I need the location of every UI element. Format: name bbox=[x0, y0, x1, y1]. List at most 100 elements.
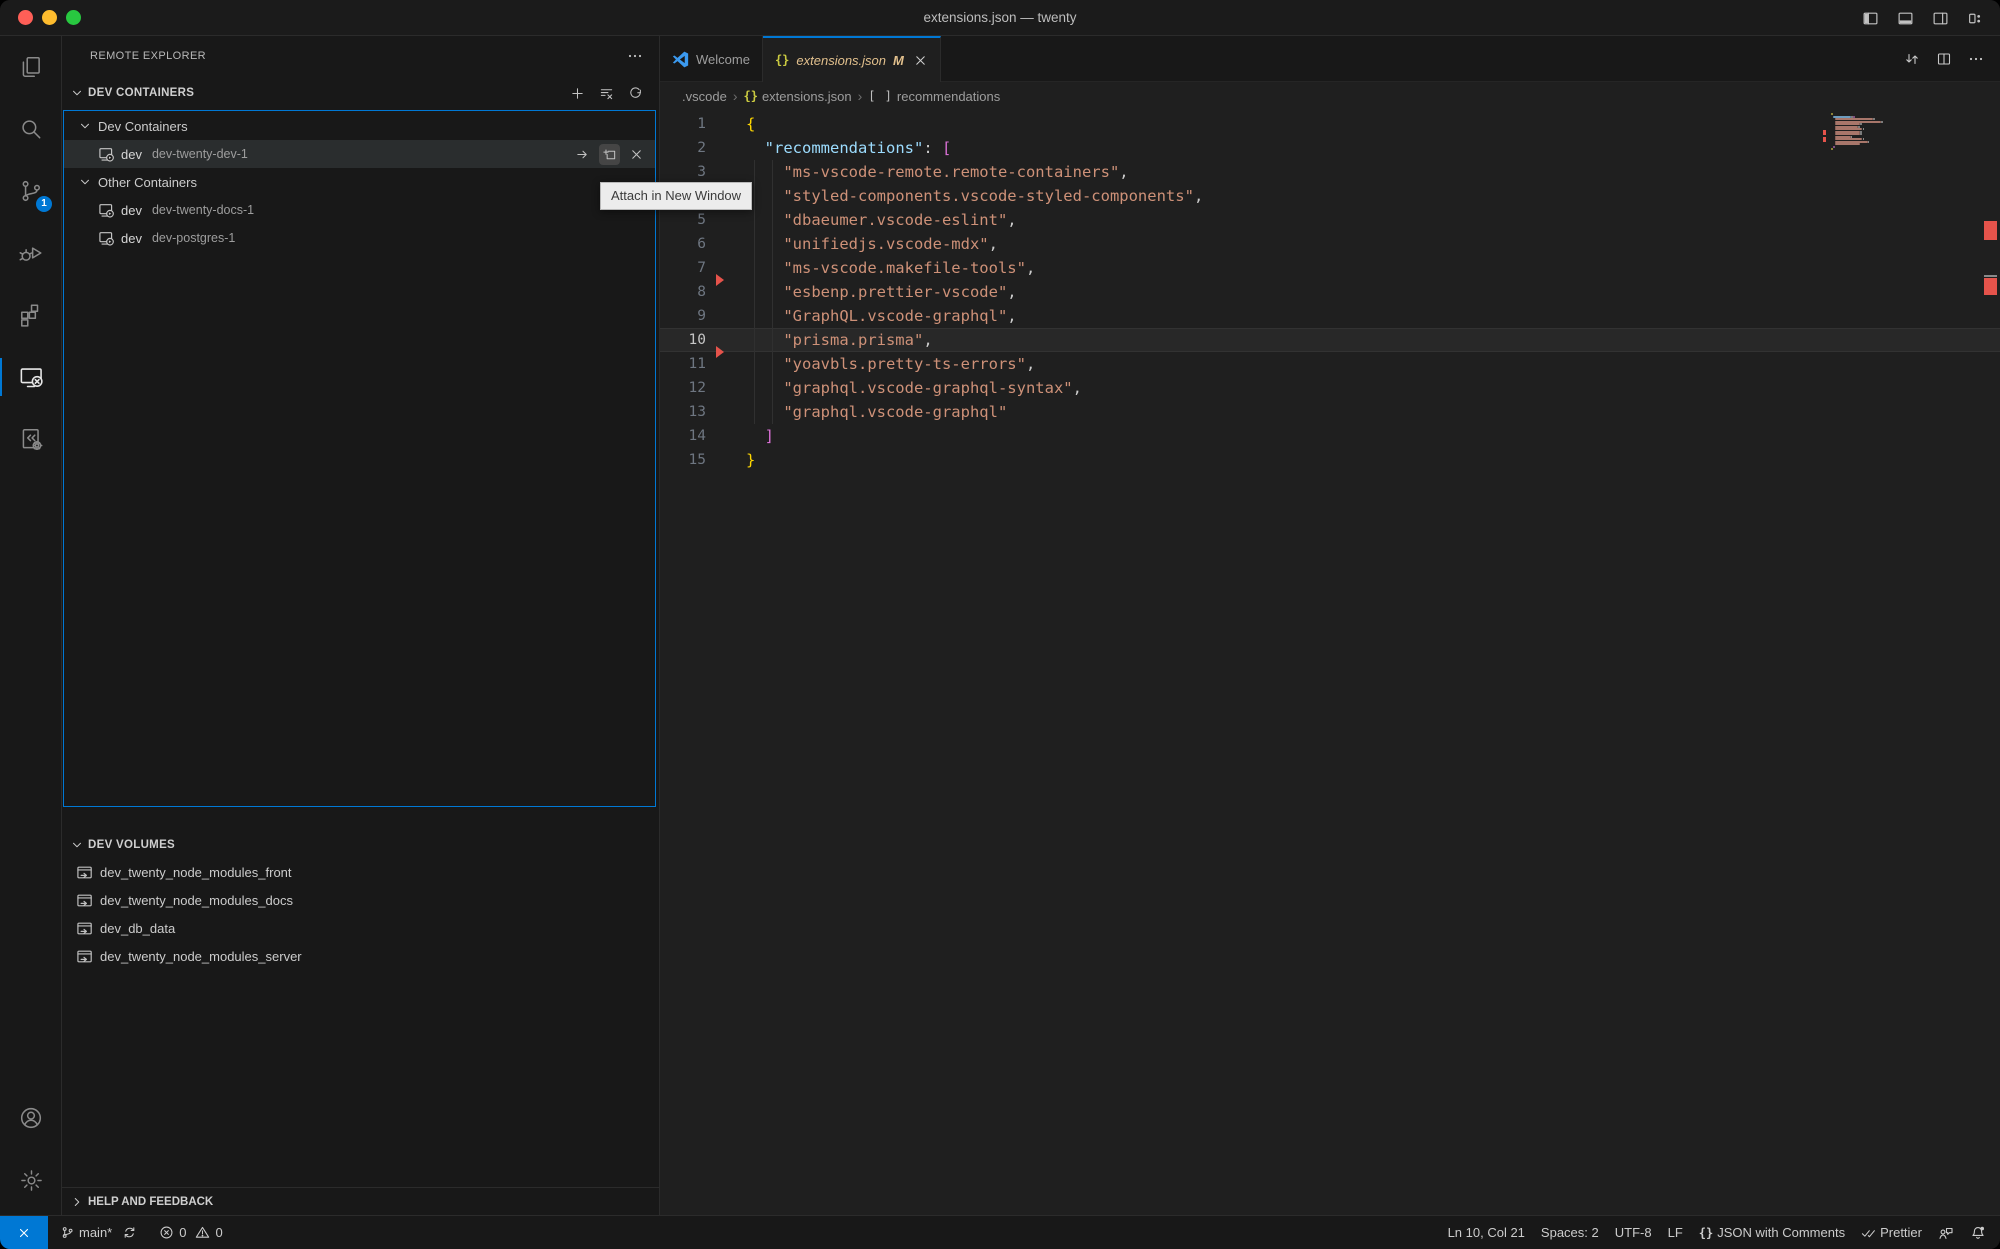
clear-filter-icon[interactable] bbox=[599, 86, 614, 101]
activity-bar-explorer[interactable] bbox=[0, 36, 62, 98]
toggle-secondary-sidebar-icon[interactable] bbox=[1932, 10, 1949, 27]
activity-bar-remote-explorer[interactable] bbox=[0, 346, 62, 408]
code-text: "yoavbls.pretty-ts-errors", bbox=[746, 352, 1035, 376]
tree-group-row[interactable]: Other Containers bbox=[64, 168, 655, 196]
gutter bbox=[706, 376, 746, 400]
code-line[interactable]: 14 ] bbox=[660, 424, 2000, 448]
eol-button[interactable]: LF bbox=[1668, 1225, 1683, 1240]
formatter-button[interactable]: Prettier bbox=[1861, 1225, 1922, 1240]
activity-bar-source-control[interactable]: 1 bbox=[0, 160, 62, 222]
warning-icon bbox=[195, 1225, 210, 1240]
minimap-token bbox=[1835, 128, 1862, 130]
code-line[interactable]: 11 "yoavbls.pretty-ts-errors", bbox=[660, 352, 2000, 376]
close-icon[interactable] bbox=[626, 144, 647, 165]
volume-row[interactable]: dev_twenty_node_modules_front bbox=[64, 858, 655, 886]
breadcrumb-item[interactable]: [ ]recommendations bbox=[868, 89, 1000, 104]
section-dev-containers[interactable]: DEV CONTAINERS bbox=[62, 76, 659, 110]
overview-ruler[interactable] bbox=[1981, 36, 2000, 1215]
git-branch-button[interactable]: main* bbox=[60, 1225, 137, 1240]
code-text: "esbenp.prettier-vscode", bbox=[746, 280, 1017, 304]
gutter bbox=[706, 400, 746, 424]
code-text: ] bbox=[746, 424, 774, 448]
code-editor[interactable]: 1{2 "recommendations": [3 "ms-vscode-rem… bbox=[660, 110, 2000, 1215]
code-line[interactable]: 10 "prisma.prisma", bbox=[660, 328, 2000, 352]
gutter bbox=[706, 256, 746, 280]
activity-bar-run-debug[interactable] bbox=[0, 222, 62, 284]
code-line[interactable]: 5 "dbaeumer.vscode-eslint", bbox=[660, 208, 2000, 232]
encoding-button[interactable]: UTF-8 bbox=[1615, 1225, 1652, 1240]
close-tab-icon[interactable] bbox=[913, 53, 928, 68]
line-number: 7 bbox=[660, 256, 706, 280]
section-dev-volumes[interactable]: DEV VOLUMES bbox=[62, 828, 659, 862]
activity-bar-container-settings[interactable] bbox=[0, 408, 62, 470]
views-more-actions-icon[interactable] bbox=[627, 48, 643, 64]
feedback-icon[interactable] bbox=[1938, 1225, 1954, 1241]
volume-row[interactable]: dev_twenty_node_modules_docs bbox=[64, 886, 655, 914]
error-icon bbox=[159, 1225, 174, 1240]
gutter bbox=[706, 208, 746, 232]
tab-label: Welcome bbox=[696, 52, 750, 67]
code-text: "ms-vscode.makefile-tools", bbox=[746, 256, 1035, 280]
container-row[interactable]: devdev-twenty-dev-1 bbox=[64, 140, 655, 168]
code-line[interactable]: 15} bbox=[660, 448, 2000, 472]
volume-name: dev_twenty_node_modules_docs bbox=[100, 893, 293, 908]
code-line[interactable]: 3 "ms-vscode-remote.remote-containers", bbox=[660, 160, 2000, 184]
container-row[interactable]: devdev-twenty-docs-1 bbox=[64, 196, 655, 224]
code-line[interactable]: 8 "esbenp.prettier-vscode", bbox=[660, 280, 2000, 304]
section-help-and-feedback[interactable]: HELP AND FEEDBACK bbox=[62, 1187, 659, 1215]
line-number: 14 bbox=[660, 424, 706, 448]
line-number: 1 bbox=[660, 112, 706, 136]
activity-bar-extensions[interactable] bbox=[0, 284, 62, 346]
code-line[interactable]: 6 "unifiedjs.vscode-mdx", bbox=[660, 232, 2000, 256]
code-line[interactable]: 12 "graphql.vscode-graphql-syntax", bbox=[660, 376, 2000, 400]
container-row[interactable]: devdev-postgres-1 bbox=[64, 224, 655, 252]
minimap-red-marker bbox=[1823, 130, 1826, 135]
split-editor-icon[interactable] bbox=[1936, 51, 1952, 67]
toggle-primary-sidebar-icon[interactable] bbox=[1862, 10, 1879, 27]
volume-row[interactable]: dev_twenty_node_modules_server bbox=[64, 942, 655, 970]
activity-bar-settings-gear[interactable] bbox=[0, 1149, 62, 1211]
add-icon[interactable] bbox=[570, 86, 585, 101]
notifications-bell-icon[interactable] bbox=[1970, 1225, 1986, 1241]
activity-bar-search[interactable] bbox=[0, 98, 62, 160]
code-line[interactable]: 13 "graphql.vscode-graphql" bbox=[660, 400, 2000, 424]
cursor-position-button[interactable]: Ln 10, Col 21 bbox=[1448, 1225, 1525, 1240]
tab-extensions-json[interactable]: {}extensions.jsonM bbox=[763, 36, 941, 82]
modified-badge: M bbox=[893, 53, 904, 68]
chevron-down-icon bbox=[70, 86, 84, 100]
tooltip-attach-in-new-window: Attach in New Window bbox=[600, 182, 752, 210]
minimap-token bbox=[1833, 146, 1835, 148]
breadcrumb-item[interactable]: .vscode bbox=[682, 89, 727, 104]
minimap-token bbox=[1835, 143, 1860, 145]
code-text: "prisma.prisma", bbox=[746, 328, 933, 352]
remote-indicator-button[interactable] bbox=[0, 1216, 48, 1249]
problems-button[interactable]: 0 0 bbox=[159, 1225, 222, 1240]
toggle-panel-icon[interactable] bbox=[1897, 10, 1914, 27]
tree-group-row[interactable]: Dev Containers bbox=[64, 112, 655, 140]
line-number: 3 bbox=[660, 160, 706, 184]
tab-welcome[interactable]: Welcome bbox=[660, 36, 763, 82]
code-text: "unifiedjs.vscode-mdx", bbox=[746, 232, 998, 256]
array-icon: [ ] bbox=[868, 89, 893, 103]
breadcrumb-item[interactable]: {}extensions.json bbox=[743, 89, 851, 104]
code-line[interactable]: 1{ bbox=[660, 112, 2000, 136]
open-changes-icon[interactable] bbox=[1904, 51, 1920, 67]
code-line[interactable]: 4 "styled-components.vscode-styled-compo… bbox=[660, 184, 2000, 208]
attach-new-window-icon[interactable] bbox=[599, 144, 620, 165]
refresh-icon[interactable] bbox=[628, 86, 643, 101]
indentation-button[interactable]: Spaces: 2 bbox=[1541, 1225, 1599, 1240]
language-mode-button[interactable]: {} JSON with Comments bbox=[1699, 1225, 1845, 1240]
warning-count: 0 bbox=[215, 1225, 222, 1240]
volume-name: dev_db_data bbox=[100, 921, 175, 936]
activity-bar-account[interactable] bbox=[0, 1087, 62, 1149]
indent-guide bbox=[754, 160, 755, 424]
code-line[interactable]: 2 "recommendations": [ bbox=[660, 136, 2000, 160]
arrow-right-icon[interactable] bbox=[572, 144, 593, 165]
code-line[interactable]: 9 "GraphQL.vscode-graphql", bbox=[660, 304, 2000, 328]
minimap-token bbox=[1831, 148, 1833, 150]
customize-layout-icon[interactable] bbox=[1967, 10, 1984, 27]
branch-label: main* bbox=[79, 1225, 112, 1240]
ruler-mark bbox=[1984, 275, 1997, 277]
volume-row[interactable]: dev_db_data bbox=[64, 914, 655, 942]
code-line[interactable]: 7 "ms-vscode.makefile-tools", bbox=[660, 256, 2000, 280]
